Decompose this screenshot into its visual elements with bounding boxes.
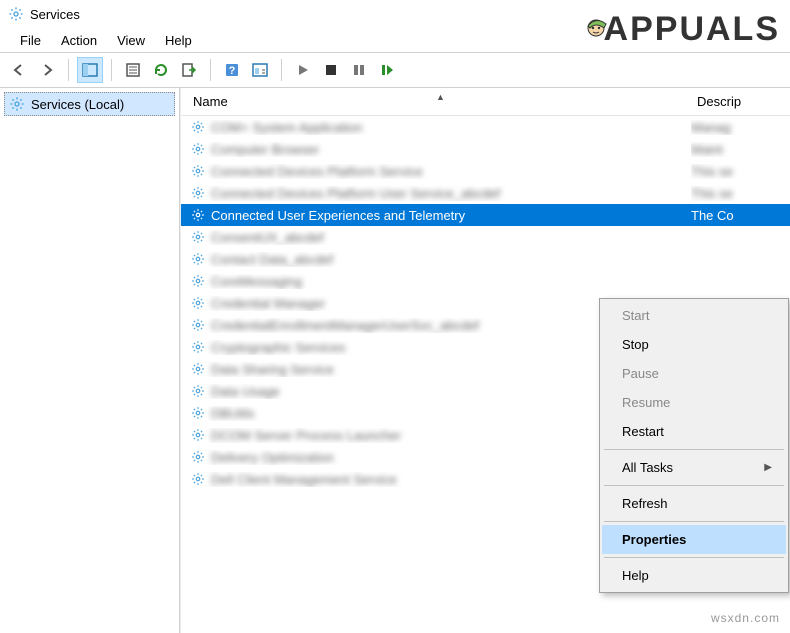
list-item[interactable]: Connected Devices Platform User Service_… [181, 182, 790, 204]
panel-alt-icon [252, 62, 268, 78]
submenu-arrow-icon: ▶ [764, 462, 772, 473]
service-gear-icon [191, 186, 205, 200]
list-item[interactable]: CoreMessaging [181, 270, 790, 292]
pause-service-button[interactable] [346, 57, 372, 83]
properties-icon [125, 62, 141, 78]
refresh-icon [153, 62, 169, 78]
service-gear-icon [191, 406, 205, 420]
tree-item-label: Services (Local) [31, 97, 124, 112]
watermark-brand: APPUALS [586, 10, 780, 49]
services-gear-icon [9, 96, 25, 112]
sort-indicator-icon: ▲ [436, 92, 445, 102]
start-service-button[interactable] [290, 57, 316, 83]
context-menu-separator [604, 449, 784, 450]
tree-item-services-local[interactable]: Services (Local) [4, 92, 175, 116]
menu-file[interactable]: File [10, 29, 51, 52]
context-menu-restart[interactable]: Restart [602, 417, 786, 446]
window-title: Services [30, 7, 80, 22]
show-hide-console-tree-button[interactable] [77, 57, 103, 83]
service-gear-icon [191, 450, 205, 464]
context-menu: Start Stop Pause Resume Restart All Task… [599, 298, 789, 593]
context-menu-separator [604, 521, 784, 522]
list-header: Name ▲ Descrip [181, 88, 790, 116]
service-gear-icon [191, 472, 205, 486]
context-menu-all-tasks[interactable]: All Tasks▶ [602, 453, 786, 482]
context-menu-resume: Resume [602, 388, 786, 417]
watermark-site: wsxdn.com [711, 611, 780, 625]
service-name: Connected User Experiences and Telemetry [211, 208, 465, 223]
toolbar-separator [68, 59, 69, 81]
pause-icon [352, 63, 366, 77]
export-list-button[interactable] [176, 57, 202, 83]
context-menu-properties[interactable]: Properties [602, 525, 786, 554]
services-gear-icon [8, 6, 24, 22]
svg-text:?: ? [229, 65, 236, 77]
restart-icon [380, 63, 394, 77]
context-menu-pause: Pause [602, 359, 786, 388]
toolbar: ? [0, 52, 790, 88]
list-item-selected[interactable]: Connected User Experiences and Telemetry… [181, 204, 790, 226]
list-item[interactable]: Connected Devices Platform ServiceThis s… [181, 160, 790, 182]
service-gear-icon [191, 296, 205, 310]
list-item[interactable]: ConsentUX_abcdef [181, 226, 790, 248]
tree-pane[interactable]: Services (Local) [0, 88, 180, 633]
service-gear-icon [191, 164, 205, 178]
service-gear-icon [191, 428, 205, 442]
play-icon [296, 63, 310, 77]
list-item[interactable]: Contact Data_abcdef [181, 248, 790, 270]
refresh-button[interactable] [148, 57, 174, 83]
service-gear-icon [191, 274, 205, 288]
menu-help[interactable]: Help [155, 29, 202, 52]
toolbar-separator [210, 59, 211, 81]
service-gear-icon [191, 318, 205, 332]
service-description: The Co [691, 208, 734, 223]
arrow-left-icon [11, 62, 27, 78]
list-item[interactable]: Computer BrowserMaint [181, 138, 790, 160]
toolbar-separator [111, 59, 112, 81]
service-gear-icon [191, 230, 205, 244]
service-gear-icon [191, 208, 205, 222]
service-gear-icon [191, 120, 205, 134]
help-icon: ? [224, 62, 240, 78]
service-gear-icon [191, 384, 205, 398]
column-header-name[interactable]: Name ▲ [181, 94, 691, 109]
menu-view[interactable]: View [107, 29, 155, 52]
context-menu-separator [604, 557, 784, 558]
stop-service-button[interactable] [318, 57, 344, 83]
mascot-icon [582, 18, 616, 42]
stop-icon [324, 63, 338, 77]
panel-icon [82, 62, 98, 78]
column-header-description[interactable]: Descrip [691, 94, 790, 109]
back-button[interactable] [6, 57, 32, 83]
context-menu-refresh[interactable]: Refresh [602, 489, 786, 518]
context-menu-start: Start [602, 301, 786, 330]
toolbar-button[interactable] [247, 57, 273, 83]
context-menu-separator [604, 485, 784, 486]
help-button[interactable]: ? [219, 57, 245, 83]
service-gear-icon [191, 340, 205, 354]
service-gear-icon [191, 362, 205, 376]
forward-button[interactable] [34, 57, 60, 83]
context-menu-stop[interactable]: Stop [602, 330, 786, 359]
arrow-right-icon [39, 62, 55, 78]
restart-service-button[interactable] [374, 57, 400, 83]
service-gear-icon [191, 252, 205, 266]
context-menu-help[interactable]: Help [602, 561, 786, 590]
properties-button[interactable] [120, 57, 146, 83]
service-gear-icon [191, 142, 205, 156]
export-icon [181, 62, 197, 78]
list-item[interactable]: COM+ System ApplicationManag [181, 116, 790, 138]
toolbar-separator [281, 59, 282, 81]
menu-action[interactable]: Action [51, 29, 107, 52]
